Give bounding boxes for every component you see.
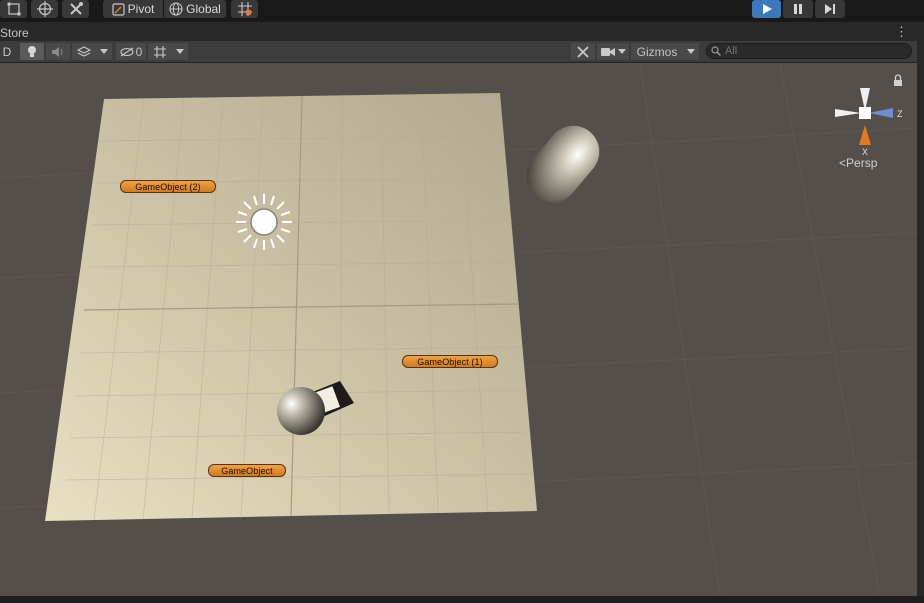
globe-icon (169, 2, 183, 16)
rect-tool-icon (7, 2, 20, 16)
scene-search (706, 43, 912, 59)
step-button[interactable] (815, 0, 845, 18)
draw-mode-label: D (2, 44, 12, 59)
scene-canvas: Z X (0, 63, 917, 596)
global-label: Global (186, 2, 221, 16)
rect-tool-button[interactable] (0, 0, 27, 18)
grid-icon (154, 45, 166, 58)
speaker-icon (52, 46, 63, 57)
transform-tool-button[interactable] (31, 0, 58, 18)
object-label[interactable]: GameObject (1) (402, 355, 498, 368)
grid-toggle[interactable] (148, 43, 172, 60)
lock-icon[interactable] (894, 74, 902, 86)
object-label[interactable]: GameObject (208, 464, 286, 477)
gizmo-z-axis[interactable] (869, 108, 893, 118)
search-icon (711, 46, 721, 56)
bottom-panel-edge (0, 596, 924, 603)
custom-tool-button[interactable] (62, 0, 89, 18)
audio-toggle[interactable] (46, 43, 70, 60)
capsule-object[interactable] (516, 115, 610, 213)
draw-mode-dropdown[interactable]: D (0, 43, 14, 60)
search-input[interactable] (725, 45, 905, 57)
scene-tab-bar: Store ⋮ (0, 22, 924, 41)
object-label[interactable]: GameObject (2) (120, 180, 216, 193)
pivot-icon (112, 2, 125, 16)
gizmo-x-negative[interactable] (835, 109, 861, 117)
tab-menu-icon[interactable]: ⋮ (895, 24, 908, 40)
hidden-count: 0 (135, 44, 143, 59)
lighting-toggle[interactable] (20, 43, 44, 60)
play-icon (762, 4, 772, 14)
right-scroll-edge (917, 41, 924, 596)
global-toggle[interactable]: Global (164, 0, 226, 18)
sphere-object[interactable] (277, 387, 325, 435)
chevron-down-icon (100, 48, 108, 54)
light-bulb-icon (28, 45, 36, 57)
gizmo-x-axis[interactable] (859, 125, 871, 145)
projection-label: Persp (846, 156, 878, 170)
camera-dropdown[interactable] (597, 43, 629, 60)
transform-tool-icon (36, 1, 53, 17)
chevron-down-icon (687, 48, 695, 54)
scene-visibility-toggle[interactable]: 0 (116, 43, 146, 60)
pivot-label: Pivot (127, 2, 155, 16)
chevron-down-icon (176, 48, 184, 54)
pause-icon (794, 4, 802, 14)
tab-title[interactable]: Store (0, 26, 29, 40)
effects-dropdown[interactable] (72, 43, 96, 60)
scene-viewport[interactable]: Z X GameObject (2) GameObject (1) GameOb… (0, 63, 917, 596)
scene-view-toolbar: D 0 Gizmos (0, 41, 917, 63)
grid-snap-button[interactable] (231, 0, 258, 18)
grid-snap-icon (237, 2, 252, 16)
step-icon (825, 4, 835, 14)
directional-light-icon[interactable] (236, 194, 292, 250)
main-toolbar: Pivot Global (0, 0, 924, 22)
tools-icon (577, 45, 589, 58)
gizmos-label: Gizmos (636, 44, 678, 59)
orientation-gizmo[interactable]: Z X (835, 88, 903, 157)
gizmos-button[interactable]: Gizmos (631, 43, 683, 60)
layers-icon (77, 45, 91, 57)
pause-button[interactable] (783, 0, 813, 18)
effects-dropdown-arrow[interactable] (96, 43, 112, 60)
gizmos-dropdown-arrow[interactable] (683, 43, 699, 60)
hidden-eye-icon (120, 47, 134, 56)
projection-toggle[interactable]: <Persp (839, 156, 877, 170)
custom-tool-icon (69, 2, 83, 15)
play-button[interactable] (752, 0, 781, 18)
persp-chevron-icon: < (839, 156, 847, 170)
pivot-toggle[interactable]: Pivot (103, 0, 163, 18)
gizmo-z-label: Z (897, 109, 903, 119)
tools-button[interactable] (571, 43, 595, 60)
camera-icon (600, 47, 615, 56)
gizmo-center-cube[interactable] (859, 107, 871, 119)
grid-dropdown-arrow[interactable] (172, 43, 188, 60)
chevron-down-icon (617, 48, 626, 54)
